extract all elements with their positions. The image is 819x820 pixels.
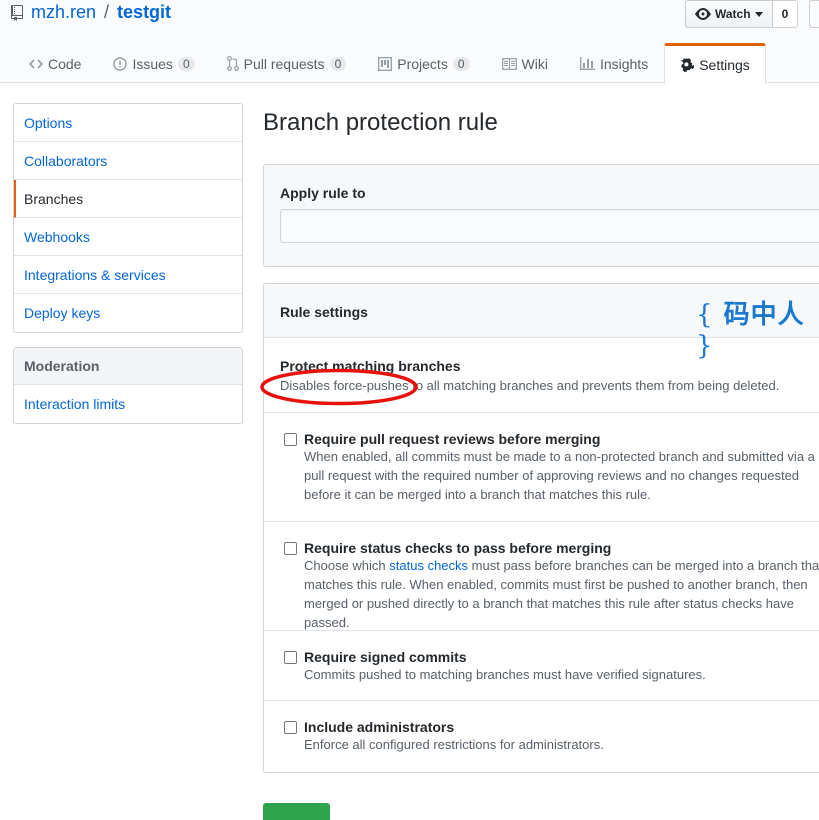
branch-pattern-input[interactable] <box>280 209 819 243</box>
rule-include-administrators: Include administrators Enforce all confi… <box>264 701 819 772</box>
rule-require-reviews: Require pull request reviews before merg… <box>264 413 819 522</box>
tab-projects[interactable]: Projects 0 <box>362 43 485 83</box>
moderation-heading: Moderation <box>14 348 242 385</box>
menu-item-integrations[interactable]: Integrations & services <box>14 256 242 294</box>
wiki-icon <box>501 57 517 70</box>
tab-label: Settings <box>699 57 750 73</box>
require-status-checks-checkbox[interactable] <box>284 542 297 555</box>
menu-item-deploy-keys[interactable]: Deploy keys <box>14 294 242 332</box>
issue-icon <box>113 56 128 71</box>
rule-require-signed-commits: Require signed commits Commits pushed to… <box>264 631 819 701</box>
rule-description: Choose which status checks must pass bef… <box>304 556 819 632</box>
tab-label: Code <box>48 55 82 72</box>
repo-header: mzh.ren / testgit Watch 0 Code Issues 0 … <box>0 0 819 84</box>
annotation-oval <box>260 368 418 406</box>
tab-counter: 0 <box>329 56 347 71</box>
caret-down-icon <box>754 11 763 17</box>
menu-item-branches[interactable]: Branches <box>14 180 242 218</box>
tab-settings[interactable]: Settings <box>664 43 766 84</box>
code-icon <box>29 58 43 69</box>
page-title: Branch protection rule <box>263 109 498 136</box>
apply-rule-label: Apply rule to <box>280 185 366 201</box>
tab-label: Insights <box>599 55 649 72</box>
gear-icon <box>680 58 695 72</box>
tab-label: Pull requests <box>243 55 325 72</box>
rule-settings-title: Rule settings <box>280 304 368 320</box>
watch-count[interactable]: 0 <box>772 0 799 28</box>
tab-wiki[interactable]: Wiki <box>486 43 564 83</box>
graph-icon <box>580 57 595 70</box>
menu-item-collaborators[interactable]: Collaborators <box>14 142 242 180</box>
repo-name-link[interactable]: testgit <box>117 2 171 23</box>
require-reviews-checkbox[interactable] <box>284 433 297 446</box>
watermark-text: 码中人 <box>723 300 805 330</box>
tab-label: Wiki <box>521 55 548 72</box>
repo-icon <box>11 4 23 21</box>
rule-settings-header: Rule settings { 码中人 } <box>264 284 819 361</box>
menu-item-options[interactable]: Options <box>14 104 242 142</box>
tab-code[interactable]: Code <box>13 43 97 83</box>
settings-menu: Options Collaborators Branches Webhooks … <box>13 103 243 333</box>
rule-description: Commits pushed to matching branches must… <box>304 667 706 682</box>
repo-title: mzh.ren / testgit <box>11 2 171 23</box>
repo-owner-link[interactable]: mzh.ren <box>31 2 96 23</box>
rule-title: Require status checks to pass before mer… <box>304 540 612 556</box>
create-button[interactable] <box>263 803 330 820</box>
tab-counter: 0 <box>452 56 470 71</box>
rule-require-status-checks: Require status checks to pass before mer… <box>264 522 819 631</box>
menu-item-webhooks[interactable]: Webhooks <box>14 218 242 256</box>
apply-rule-box: Apply rule to <box>263 164 819 267</box>
watch-button[interactable]: Watch <box>685 0 773 28</box>
project-icon <box>378 56 393 71</box>
watermark-open-brace: { <box>696 300 714 330</box>
eye-icon <box>695 8 711 20</box>
rule-settings-box: Rule settings { 码中人 } Protect matching b… <box>263 283 819 773</box>
rule-description: Enforce all configured restrictions for … <box>304 737 604 752</box>
tab-insights[interactable]: Insights <box>564 43 664 83</box>
star-button[interactable] <box>809 0 819 28</box>
include-administrators-checkbox[interactable] <box>284 721 297 734</box>
tab-label: Projects <box>397 55 448 72</box>
menu-item-interaction-limits[interactable]: Interaction limits <box>14 385 242 423</box>
status-checks-link[interactable]: status checks <box>389 558 468 573</box>
tab-counter: 0 <box>177 56 195 71</box>
tab-issues[interactable]: Issues 0 <box>97 43 210 83</box>
rule-description: When enabled, all commits must be made t… <box>304 449 815 502</box>
require-signed-commits-checkbox[interactable] <box>284 651 297 664</box>
tab-pull-requests[interactable]: Pull requests 0 <box>211 43 363 83</box>
repo-separator: / <box>104 2 110 22</box>
pull-request-icon <box>226 56 239 71</box>
rule-title: Require signed commits <box>304 649 467 665</box>
watch-label: Watch <box>715 7 751 21</box>
rule-title: Require pull request reviews before merg… <box>304 431 601 447</box>
repo-nav-tabs: Code Issues 0 Pull requests 0 Projects 0… <box>13 43 766 84</box>
rule-title: Include administrators <box>304 719 455 735</box>
watch-group: Watch 0 <box>685 0 799 28</box>
moderation-menu: Moderation Interaction limits <box>13 347 243 424</box>
tab-label: Issues <box>132 55 173 72</box>
desc-text: Choose which <box>304 558 390 573</box>
